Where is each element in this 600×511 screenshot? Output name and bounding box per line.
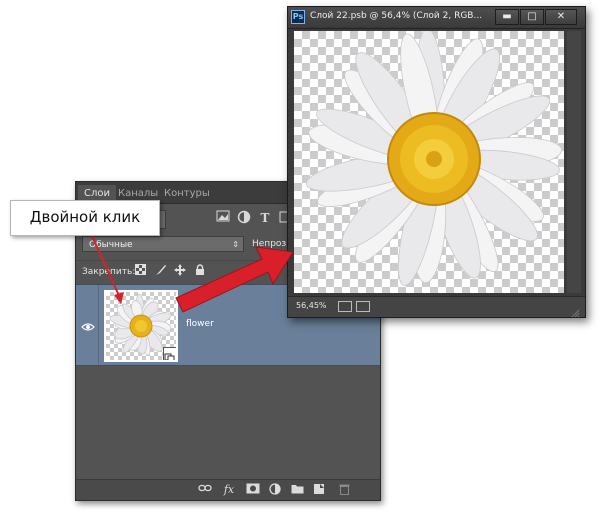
annotation-arrows bbox=[91, 235, 294, 313]
callout-pointer-arrow bbox=[91, 235, 122, 301]
open-smart-object-arrow bbox=[175, 246, 294, 313]
double-click-callout: Двойной клик bbox=[10, 200, 160, 236]
callout-pointer-arrowhead bbox=[114, 292, 124, 304]
